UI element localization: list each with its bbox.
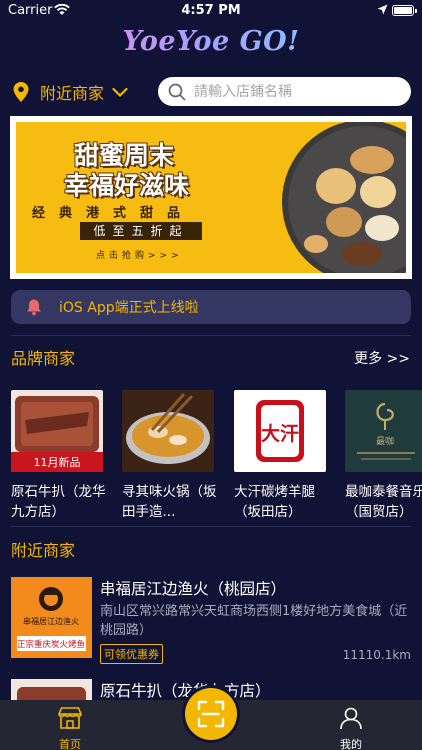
banner-discount: 低至五折起 — [80, 222, 202, 240]
store-name: 串福居江边渔火（桃园店） — [100, 580, 287, 598]
search-icon — [168, 83, 186, 100]
divider — [11, 526, 411, 527]
storefront-icon — [58, 707, 82, 729]
divider — [11, 335, 411, 336]
announcement-bar[interactable]: iOS App端正式上线啦 — [11, 290, 411, 324]
cookie-plate-illustration — [252, 122, 406, 273]
scan-button[interactable] — [185, 688, 237, 740]
store-distance: 11110.1km — [342, 648, 411, 662]
promo-banner[interactable]: 甜蜜周末 幸福好滋味 经典港式甜品 低至五折起 点击抢购>>> — [10, 116, 412, 279]
store-logo — [11, 679, 92, 700]
brand-name: 最咖泰餐音乐吧（国贸店） — [345, 484, 422, 520]
banner-title-line2: 幸福好滋味 — [64, 171, 190, 200]
store-logo-caption: 串福居江边渔火 — [23, 616, 79, 626]
brand-thumbnail: 11月新品 — [11, 390, 103, 472]
tab-me-label: 我的 — [340, 738, 362, 750]
store-card[interactable]: 串福居江边渔火 正宗重庆炭火烤鱼 串福居江边渔火（桃园店） 南山区常兴路常兴天虹… — [11, 577, 411, 667]
user-icon — [340, 707, 362, 730]
search-input[interactable] — [194, 83, 404, 100]
location-picker[interactable]: 附近商家 — [12, 78, 128, 106]
tab-me[interactable]: 我的 — [333, 706, 369, 750]
status-bar: Carrier 4:57 PM — [0, 0, 422, 22]
search-bar[interactable] — [158, 77, 411, 106]
location-label: 附近商家 — [40, 84, 105, 103]
brands-section-title: 品牌商家 — [11, 349, 76, 368]
brand-card-dahan[interactable]: 大汗 大汗碳烤羊腿（坂田店） — [234, 390, 326, 522]
store-address: 南山区常兴路常兴天虹商场西侧1楼好地方美食城（近桃园路） — [100, 604, 408, 638]
battery-icon — [392, 5, 417, 16]
brand-name: 原石牛扒（龙华九方店） — [11, 484, 106, 520]
store-logo-sub: 正宗重庆炭火烤鱼 — [17, 639, 85, 650]
brand-thumbnail — [122, 390, 214, 472]
location-arrow-icon — [377, 4, 388, 15]
map-pin-icon — [13, 82, 29, 102]
store-logo: 串福居江边渔火 正宗重庆炭火烤鱼 — [11, 577, 92, 658]
coupon-badge[interactable]: 可领优惠券 — [100, 644, 163, 664]
brand-thumb-caption: 大汗 — [261, 422, 299, 445]
banner-subline: 经典港式甜品 — [32, 206, 195, 221]
promo-banner-image: 甜蜜周末 幸福好滋味 经典港式甜品 低至五折起 点击抢购>>> — [16, 122, 406, 273]
scan-icon — [197, 700, 225, 728]
brand-thumbnail: 最咖 — [345, 390, 422, 472]
brand-thumbnail: 大汗 — [234, 390, 326, 472]
nearby-section-title: 附近商家 — [11, 541, 76, 560]
tab-home-label: 首页 — [59, 738, 81, 750]
bell-icon — [27, 299, 41, 316]
brand-card-xunqiwei[interactable]: 寻其味火锅（坂田手造... — [122, 390, 217, 522]
brand-thumb-caption: 11月新品 — [34, 455, 81, 469]
more-brands-link[interactable]: 更多 >> — [354, 348, 410, 368]
brand-card-zuika[interactable]: 最咖 最咖泰餐音乐吧（国贸店） — [345, 390, 422, 522]
announcement-text: iOS App端正式上线啦 — [59, 300, 199, 316]
clock: 4:57 PM — [181, 3, 241, 18]
brand-name: 大汗碳烤羊腿（坂田店） — [234, 484, 315, 520]
store-name: 原石牛扒（龙华九方店） — [100, 682, 271, 700]
app-logo: YoeYoe GO! — [0, 26, 422, 57]
chevron-down-icon — [112, 87, 128, 97]
tab-home[interactable]: 首页 — [52, 706, 88, 750]
banner-cta: 点击抢购>>> — [96, 251, 183, 261]
brand-thumb-caption: 最咖 — [376, 435, 394, 447]
brand-card-yuanshi[interactable]: 11月新品 原石牛扒（龙华九方店） — [11, 390, 106, 522]
brand-name: 寻其味火锅（坂田手造... — [122, 484, 217, 520]
